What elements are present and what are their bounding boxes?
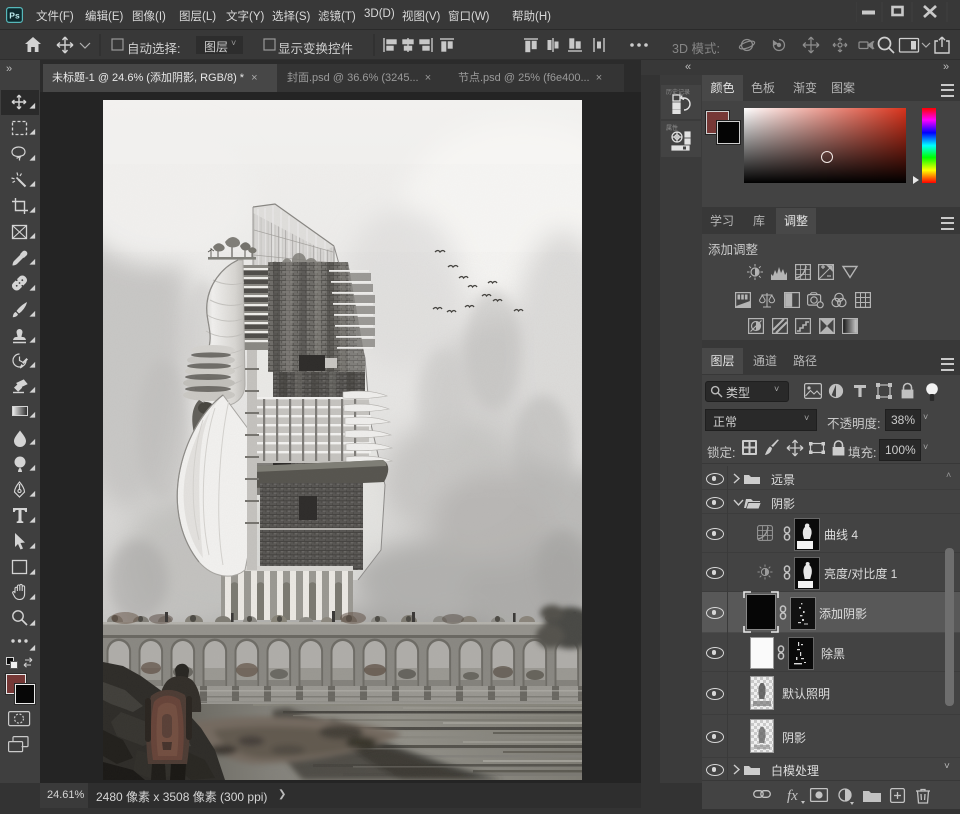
svg-text:fx: fx — [787, 788, 798, 804]
svg-text:Ps: Ps — [9, 11, 20, 21]
